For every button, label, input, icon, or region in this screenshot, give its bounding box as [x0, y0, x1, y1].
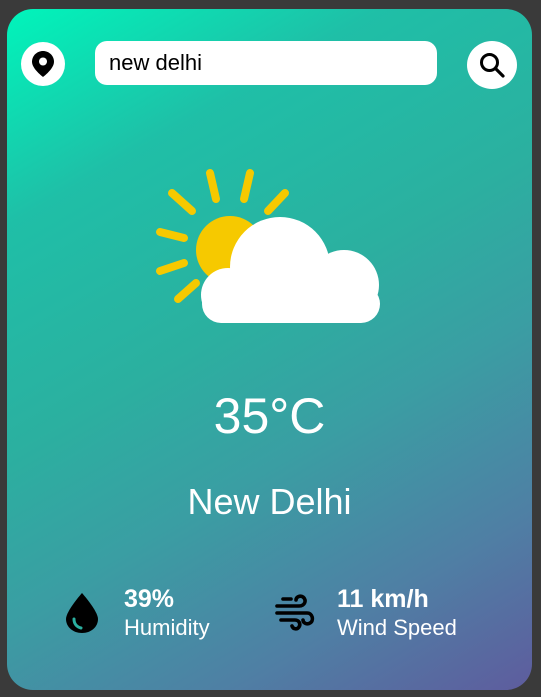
wind-icon — [275, 591, 315, 635]
city-search-input[interactable] — [95, 41, 437, 85]
location-button[interactable] — [21, 42, 65, 86]
weather-card: 35°C New Delhi 39% Humidity — [7, 9, 532, 690]
search-button[interactable] — [467, 41, 517, 89]
city-name: New Delhi — [187, 481, 352, 522]
humidity-value: 39% — [124, 585, 175, 613]
humidity-label: Humidity — [124, 615, 210, 640]
humidity-stat: 39% Humidity — [62, 584, 210, 642]
partly-cloudy-icon — [156, 169, 380, 323]
location-pin-icon — [32, 51, 54, 77]
wind-stat: 11 km/h Wind Speed — [275, 584, 457, 642]
wind-speed-label: Wind Speed — [337, 615, 457, 640]
water-drop-icon — [62, 591, 102, 635]
search-icon — [480, 53, 505, 78]
wind-speed-value: 11 km/h — [337, 585, 429, 613]
temperature-value: 35°C — [213, 388, 326, 444]
